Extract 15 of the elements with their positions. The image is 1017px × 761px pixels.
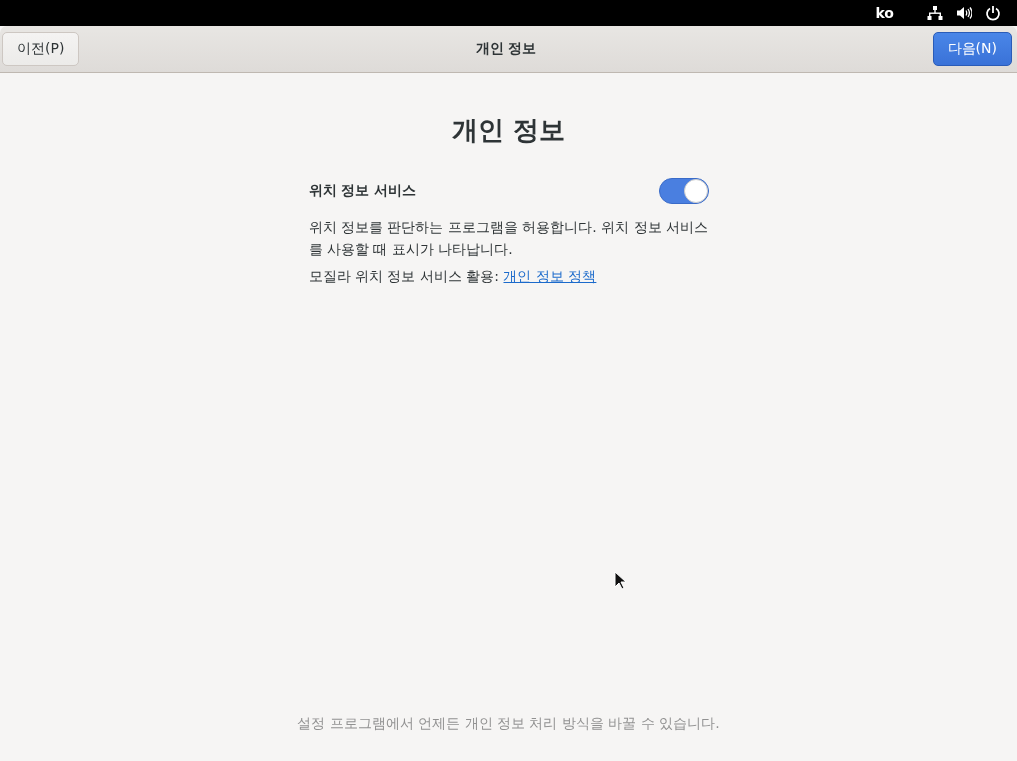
keyboard-layout-indicator[interactable]: ko <box>875 5 894 21</box>
window-title: 개인 정보 <box>475 40 537 58</box>
location-services-label: 위치 정보 서비스 <box>308 182 417 200</box>
privacy-policy-link[interactable]: 개인 정보 정책 <box>503 268 597 284</box>
policy-prefix-text: 모질라 위치 정보 서비스 활용: <box>308 268 500 284</box>
power-icon[interactable] <box>985 5 1001 21</box>
page-heading: 개인 정보 <box>451 114 566 147</box>
back-button[interactable]: 이전(P) <box>2 32 80 66</box>
volume-icon[interactable] <box>956 5 972 21</box>
location-services-description: 위치 정보를 판단하는 프로그램을 허용합니다. 위치 정보 서비스를 사용할 때 표시가 나타납니다. <box>308 218 709 259</box>
location-services-switch[interactable] <box>658 178 709 204</box>
network-icon[interactable] <box>927 5 943 21</box>
footer-note: 설정 프로그램에서 언제든 개인 정보 처리 방식을 바꿀 수 있습니다. <box>297 715 720 733</box>
mouse-cursor-icon <box>614 571 626 590</box>
next-button[interactable]: 다음(N) <box>932 32 1012 66</box>
